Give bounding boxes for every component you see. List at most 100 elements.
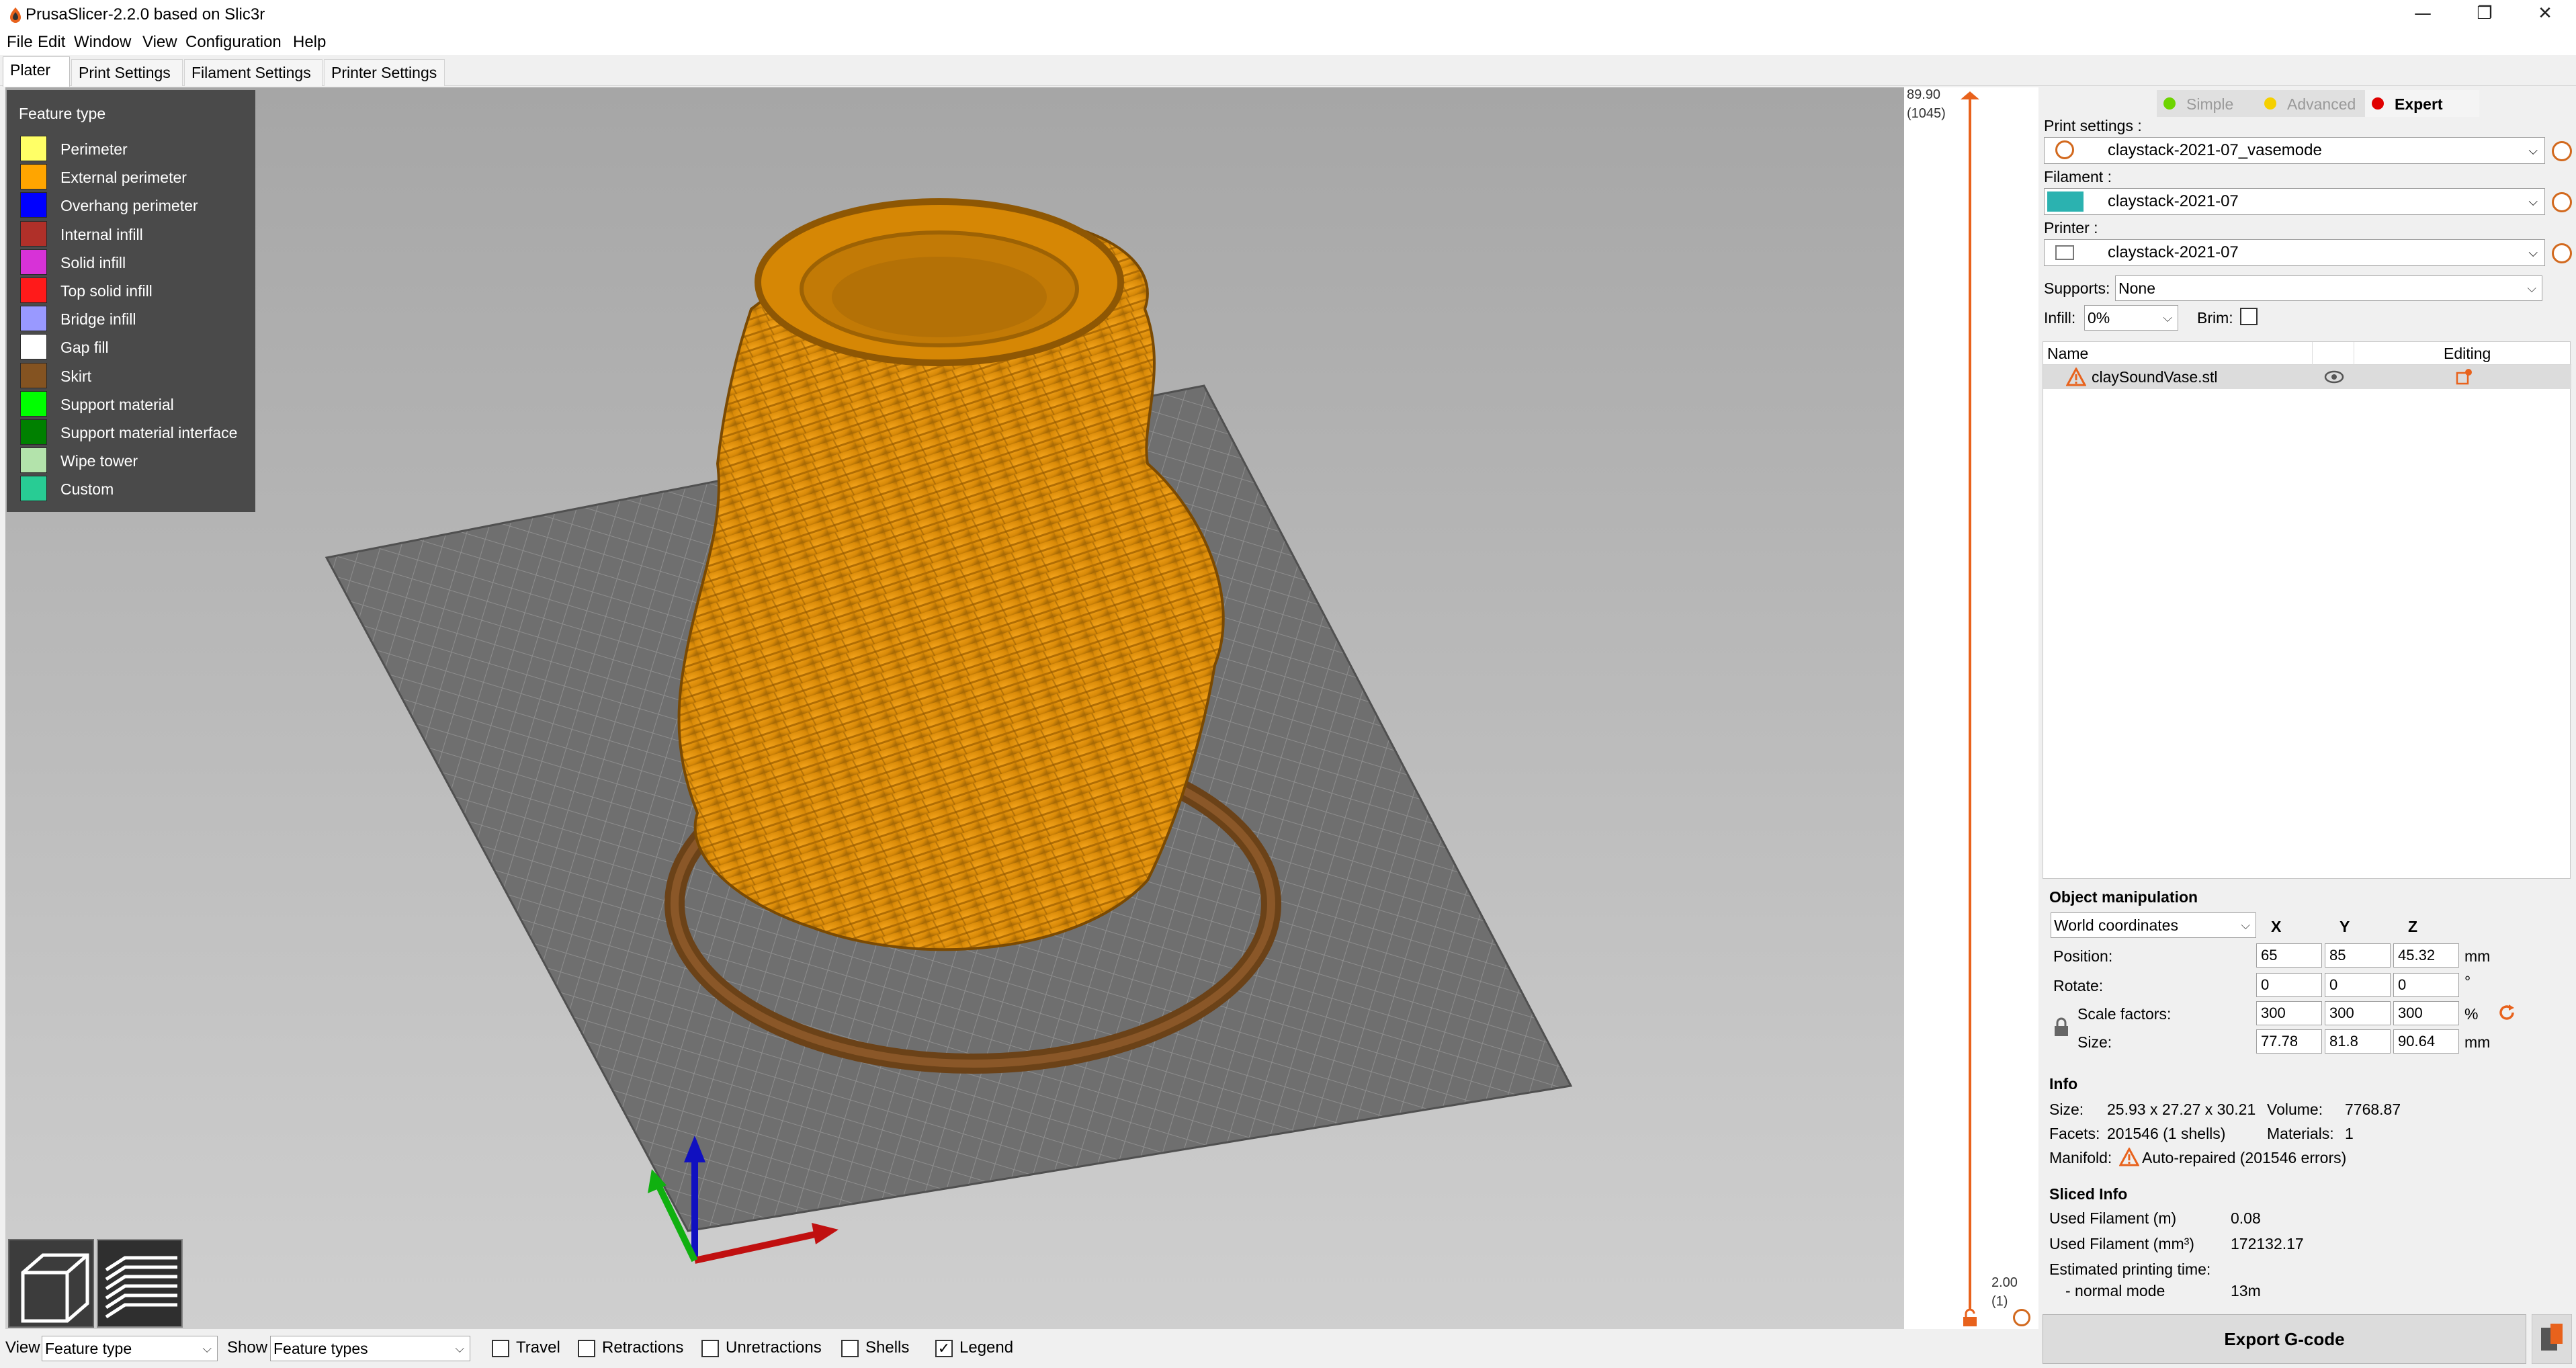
view-type-select[interactable]: Feature type ⌵ <box>42 1336 218 1361</box>
tab-plater[interactable]: Plater <box>3 56 70 87</box>
coordinate-system-select[interactable]: World coordinates ⌵ <box>2051 912 2256 938</box>
column-editing[interactable]: Editing <box>2444 345 2491 363</box>
shells-checkbox[interactable] <box>841 1340 859 1357</box>
rotate-y-input[interactable]: 0 <box>2325 973 2391 997</box>
unretractions-checkbox[interactable] <box>701 1340 719 1357</box>
scale-x-input[interactable]: 300 <box>2256 1001 2322 1025</box>
filament-edit-gear-icon[interactable] <box>2552 192 2572 212</box>
filament-select[interactable]: claystack-2021-07 ⌵ <box>2044 188 2545 215</box>
menu-view[interactable]: View <box>142 30 177 55</box>
scale-z-input[interactable]: 300 <box>2393 1001 2459 1025</box>
info-volume-value: 7768.87 <box>2345 1101 2401 1118</box>
size-z-input[interactable]: 90.64 <box>2393 1029 2459 1054</box>
view-label: View <box>5 1338 40 1357</box>
legend-color-swatch <box>20 249 47 275</box>
slider-lock-icon[interactable] <box>1961 1309 1979 1328</box>
rotate-x-input[interactable]: 0 <box>2256 973 2322 997</box>
legend-label: Legend <box>959 1338 1014 1357</box>
column-name[interactable]: Name <box>2047 345 2088 363</box>
mode-expert-button[interactable]: Expert <box>2365 90 2479 117</box>
legend-item: Overhang perimeter <box>20 192 249 218</box>
tab-filament-settings[interactable]: Filament Settings <box>184 59 323 86</box>
size-y-input[interactable]: 81.8 <box>2325 1029 2391 1054</box>
lock-icon[interactable] <box>2053 1017 2069 1037</box>
slider-settings-gear-icon[interactable] <box>2013 1309 2030 1326</box>
menu-window[interactable]: Window <box>74 30 131 55</box>
infill-select[interactable]: 0% ⌵ <box>2084 305 2178 331</box>
normal-mode-label: - normal mode <box>2065 1282 2165 1299</box>
print-settings-label: Print settings : <box>2044 117 2142 134</box>
legend-label: Solid infill <box>60 253 126 271</box>
gcode-preview-scene[interactable] <box>5 87 1904 1329</box>
tab-printer-settings[interactable]: Printer Settings <box>324 59 445 86</box>
mode-dot-icon <box>2372 97 2384 110</box>
supports-select[interactable]: None ⌵ <box>2115 275 2542 301</box>
chevron-down-icon: ⌵ <box>2527 282 2536 295</box>
chevron-down-icon: ⌵ <box>2163 311 2172 325</box>
warning-icon <box>2066 368 2086 386</box>
mode-dot-icon <box>2163 97 2176 110</box>
menu-help[interactable]: Help <box>293 30 326 55</box>
3d-view-button[interactable] <box>8 1239 94 1328</box>
list-item[interactable]: claySoundVase.stl <box>2043 365 2571 389</box>
menu-file[interactable]: File <box>7 30 33 55</box>
travel-checkbox[interactable] <box>492 1340 509 1357</box>
edit-settings-icon[interactable] <box>2454 368 2473 386</box>
mode-dot-icon <box>2264 97 2276 110</box>
object-list[interactable]: Name Editing claySoundVase.stl <box>2043 341 2571 879</box>
filament-label: Filament : <box>2044 168 2112 185</box>
send-to-printer-icon[interactable] <box>2532 1314 2572 1364</box>
3d-viewport[interactable] <box>5 87 1904 1329</box>
slider-top-thumb[interactable] <box>1961 90 1979 103</box>
minimize-button[interactable]: — <box>2392 0 2454 30</box>
position-x-input[interactable]: 65 <box>2256 943 2322 968</box>
printer-edit-gear-icon[interactable] <box>2552 243 2572 263</box>
position-y-input[interactable]: 85 <box>2325 943 2391 968</box>
printer-icon <box>2055 245 2074 260</box>
eye-icon[interactable] <box>2324 370 2344 384</box>
preview-layers-button[interactable] <box>97 1239 183 1328</box>
show-select[interactable]: Feature types ⌵ <box>270 1336 470 1361</box>
mode-label: Expert <box>2395 95 2443 113</box>
mode-label: Advanced <box>2287 95 2356 113</box>
export-gcode-button[interactable]: Export G-code <box>2043 1314 2526 1364</box>
legend-color-swatch <box>20 192 47 218</box>
legend-label: Skirt <box>60 367 91 385</box>
legend-item: Internal infill <box>20 220 249 247</box>
position-z-input[interactable]: 45.32 <box>2393 943 2459 968</box>
rotate-z-input[interactable]: 0 <box>2393 973 2459 997</box>
print-settings-select[interactable]: claystack-2021-07_vasemode ⌵ <box>2044 137 2545 164</box>
legend-item: Support material <box>20 390 249 417</box>
retractions-checkbox[interactable] <box>578 1340 595 1357</box>
scale-y-input[interactable]: 300 <box>2325 1001 2391 1025</box>
object-name: claySoundVase.stl <box>2092 368 2218 386</box>
restore-button[interactable]: ❐ <box>2454 0 2516 30</box>
legend-item: Support material interface <box>20 419 249 445</box>
brim-checkbox[interactable] <box>2240 308 2258 325</box>
used-filament-mm3-label: Used Filament (mm³) <box>2049 1235 2194 1252</box>
axis-y-header: Y <box>2339 918 2350 935</box>
mode-switcher: Simple Advanced Expert <box>2157 90 2479 117</box>
print-settings-edit-gear-icon[interactable] <box>2552 141 2572 161</box>
printer-select[interactable]: claystack-2021-07 ⌵ <box>2044 239 2545 266</box>
layer-slider[interactable]: 89.90 (1045) 2.00 (1) <box>1904 87 2038 1329</box>
legend-checkbox[interactable]: ✓ <box>935 1340 953 1357</box>
mode-simple-button[interactable]: Simple <box>2157 90 2258 117</box>
mode-advanced-button[interactable]: Advanced <box>2258 90 2365 117</box>
legend-item: Bridge infill <box>20 306 249 332</box>
slider-bottom-value: 2.00 <box>1991 1275 2018 1290</box>
reset-scale-icon[interactable] <box>2497 1002 2517 1023</box>
tab-print-settings[interactable]: Print Settings <box>71 59 183 86</box>
legend-color-swatch <box>20 220 47 247</box>
close-button[interactable]: ✕ <box>2514 0 2576 30</box>
menu-edit[interactable]: Edit <box>38 30 65 55</box>
size-x-input[interactable]: 77.78 <box>2256 1029 2322 1054</box>
menu-configuration[interactable]: Configuration <box>185 30 282 55</box>
legend-title: Feature type <box>19 105 106 122</box>
gear-icon <box>2055 140 2074 159</box>
rotate-label: Rotate: <box>2053 977 2104 994</box>
scale-label: Scale factors: <box>2077 1005 2172 1023</box>
size-label: Size: <box>2077 1033 2112 1051</box>
infill-label: Infill: <box>2044 309 2076 327</box>
slider-track[interactable] <box>1969 94 1971 1310</box>
